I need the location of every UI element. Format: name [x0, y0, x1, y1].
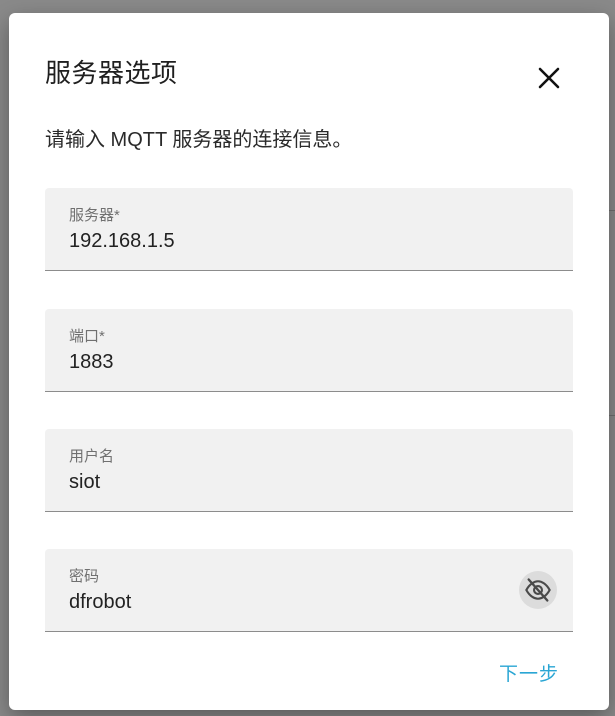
username-input[interactable]: siot [69, 471, 100, 494]
port-field[interactable]: 端口* 1883 [45, 309, 573, 392]
password-input[interactable]: dfrobot [69, 591, 131, 614]
server-field-label: 服务器* [69, 207, 120, 224]
password-visibility-toggle[interactable] [519, 571, 557, 609]
dialog-title: 服务器选项 [45, 58, 178, 88]
dialog-description: 请输入 MQTT 服务器的连接信息。 [45, 129, 353, 151]
server-input[interactable]: 192.168.1.5 [69, 230, 175, 253]
eye-off-icon [525, 578, 551, 602]
port-field-label: 端口* [69, 328, 105, 345]
password-field-label: 密码 [69, 568, 100, 585]
next-button[interactable]: 下一步 [499, 659, 559, 686]
close-icon [538, 67, 560, 89]
username-field-label: 用户名 [69, 448, 115, 465]
server-options-dialog: 服务器选项 请输入 MQTT 服务器的连接信息。 服务器* 192.168.1.… [9, 13, 609, 710]
server-field[interactable]: 服务器* 192.168.1.5 [45, 188, 573, 271]
username-field[interactable]: 用户名 siot [45, 429, 573, 512]
close-button[interactable] [529, 58, 569, 98]
port-input[interactable]: 1883 [69, 351, 114, 374]
password-field[interactable]: 密码 dfrobot [45, 549, 573, 632]
